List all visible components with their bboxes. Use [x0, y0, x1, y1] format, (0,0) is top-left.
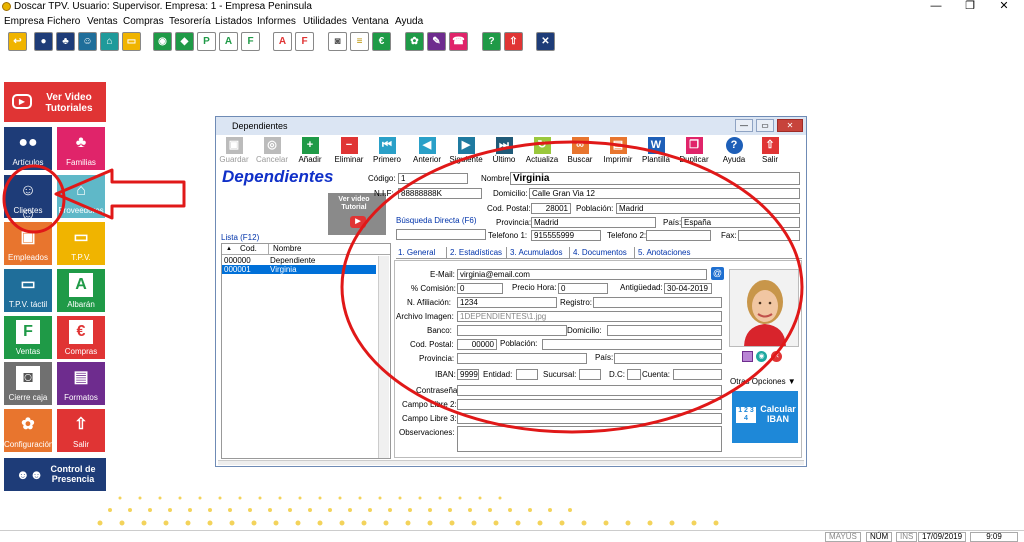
dialog-minimize-button[interactable]: —	[735, 119, 753, 132]
play-icon: ▶	[12, 94, 32, 109]
num-indicator: NÚM	[866, 532, 893, 542]
cash-icon[interactable]: €	[372, 32, 391, 51]
window-title: Doscar TPV. Usuario: Supervisor. Empresa…	[14, 1, 312, 12]
dialog-heading: Dependientes	[222, 167, 334, 186]
sort-arrow-icon: ▲	[226, 246, 232, 252]
tile-formatos[interactable]: ▤ Formatos	[57, 362, 105, 405]
tile-ventas[interactable]: F Ventas	[4, 316, 52, 359]
listado-icon[interactable]: ≡	[350, 32, 369, 51]
menu-compras[interactable]: Compras	[123, 15, 164, 29]
suppliers-icon[interactable]: ⌂	[100, 32, 119, 51]
factura-icon[interactable]: F	[241, 32, 260, 51]
menu-listados[interactable]: Listados	[215, 15, 252, 29]
albaran-icon[interactable]: A	[219, 32, 238, 51]
cancel-icon: ◎	[263, 137, 281, 154]
col-cod[interactable]: Cod.	[240, 244, 257, 254]
annotation-ellipse-form	[340, 140, 804, 434]
tile-salir[interactable]: ⇧ Salir	[57, 409, 105, 452]
tile-cierre-caja[interactable]: ◙ Cierre caja	[4, 362, 52, 405]
exit-icon[interactable]: ⇧	[504, 32, 523, 51]
menu-tesoreria[interactable]: Tesorería	[169, 15, 211, 29]
wrench-icon[interactable]: ✕	[536, 32, 555, 51]
menu-informes[interactable]: Informes	[257, 15, 296, 29]
safe-icon: ◙	[16, 366, 40, 390]
articulos-icon: ●●	[18, 134, 38, 151]
contacts-icon[interactable]: ☎	[449, 32, 468, 51]
decorative-dots	[97, 496, 719, 526]
minimize-button[interactable]: —	[926, 0, 946, 13]
anadir-button[interactable]: + Añadir	[296, 137, 324, 165]
menu-fichero[interactable]: Fichero	[47, 15, 80, 29]
video-label: Ver Video Tutoriales	[45, 92, 93, 114]
close-button[interactable]: ✕	[994, 0, 1014, 13]
menu-bar: Empresa Fichero Ventas Compras Tesorería…	[0, 15, 1024, 29]
menu-empresa[interactable]: Empresa	[4, 15, 44, 29]
title-bar: Doscar TPV. Usuario: Supervisor. Empresa…	[0, 0, 1024, 14]
euro-icon: €	[69, 320, 93, 344]
printer-icon: ▤	[73, 369, 89, 386]
salir-icon: ⇧	[74, 416, 88, 433]
control-presencia-label: Control de Presencia	[50, 464, 96, 484]
ins-indicator: INS	[896, 532, 918, 542]
clients-icon[interactable]: ☺	[78, 32, 97, 51]
familias-icon: ♣	[75, 134, 87, 151]
app-icon	[2, 2, 11, 11]
video-tutorials-button[interactable]: ▶ Ver Video Tutoriales	[4, 82, 106, 122]
maximize-button[interactable]: ❐	[960, 0, 980, 13]
ventas-doc-icon: F	[16, 320, 40, 344]
guardar-button[interactable]: ▣ Guardar	[219, 137, 249, 165]
lista-label: Lista (F12)	[221, 233, 260, 242]
control-presencia-button[interactable]: ☻☻ Control de Presencia	[4, 458, 106, 491]
articles-icon[interactable]: ●	[34, 32, 53, 51]
cancelar-button[interactable]: ◎ Cancelar	[254, 137, 290, 165]
employees-icon[interactable]: ▭	[122, 32, 141, 51]
menu-utilidades[interactable]: Utilidades	[303, 15, 347, 29]
cierre-caja-icon[interactable]: ◙	[328, 32, 347, 51]
dialog-title: Dependientes	[216, 117, 806, 135]
annotation-arrow	[54, 168, 186, 220]
date-indicator: 17/09/2019	[918, 532, 967, 542]
gears-icon: ✿	[21, 416, 35, 433]
albaran-doc-icon: A	[69, 273, 93, 297]
dialog-maximize-button[interactable]: ▭	[756, 119, 774, 132]
tile-compras[interactable]: € Compras	[57, 316, 105, 359]
tpv-icon: ▭	[73, 229, 89, 246]
status-bar: MAYÚS NÚM INS 17/09/2019 9:09	[0, 530, 1024, 542]
mayus-indicator: MAYÚS	[825, 532, 861, 542]
tile-configuracion[interactable]: ✿ Configuración	[4, 409, 53, 452]
window-status-strip	[218, 460, 804, 465]
tile-tpv-tactil[interactable]: ▭ T.P.V. táctil	[4, 269, 52, 312]
config-icon[interactable]: ✿	[405, 32, 424, 51]
tpv-tactil-icon: ▭	[20, 276, 36, 293]
menu-ventas[interactable]: Ventas	[87, 15, 118, 29]
tpv-icon[interactable]: ◉	[153, 32, 172, 51]
pedido-icon[interactable]: P	[197, 32, 216, 51]
tactil-icon[interactable]: ◆	[175, 32, 194, 51]
help-icon[interactable]: ?	[482, 32, 501, 51]
floppy-icon: ▣	[225, 137, 243, 154]
tools-icon[interactable]: ✎	[427, 32, 446, 51]
families-icon[interactable]: ♣	[56, 32, 75, 51]
menu-ayuda[interactable]: Ayuda	[395, 15, 423, 29]
menu-ventana[interactable]: Ventana	[352, 15, 389, 29]
time-indicator: 9:09	[970, 532, 1018, 542]
tile-albaran[interactable]: A Albarán	[57, 269, 105, 312]
people-icon: ☻☻	[16, 467, 44, 482]
compra-albaran-icon[interactable]: A	[273, 32, 292, 51]
main-toolbar: ↩ ● ♣ ☺ ⌂ ▭ ◉ ◆ P A F A F ◙ ≡ € ✿ ✎ ☎ ? …	[0, 31, 560, 53]
exit-door-icon[interactable]: ↩	[8, 32, 27, 51]
plus-icon: +	[301, 137, 319, 154]
compra-factura-icon[interactable]: F	[295, 32, 314, 51]
dialog-close-button[interactable]: ✕	[777, 119, 803, 132]
